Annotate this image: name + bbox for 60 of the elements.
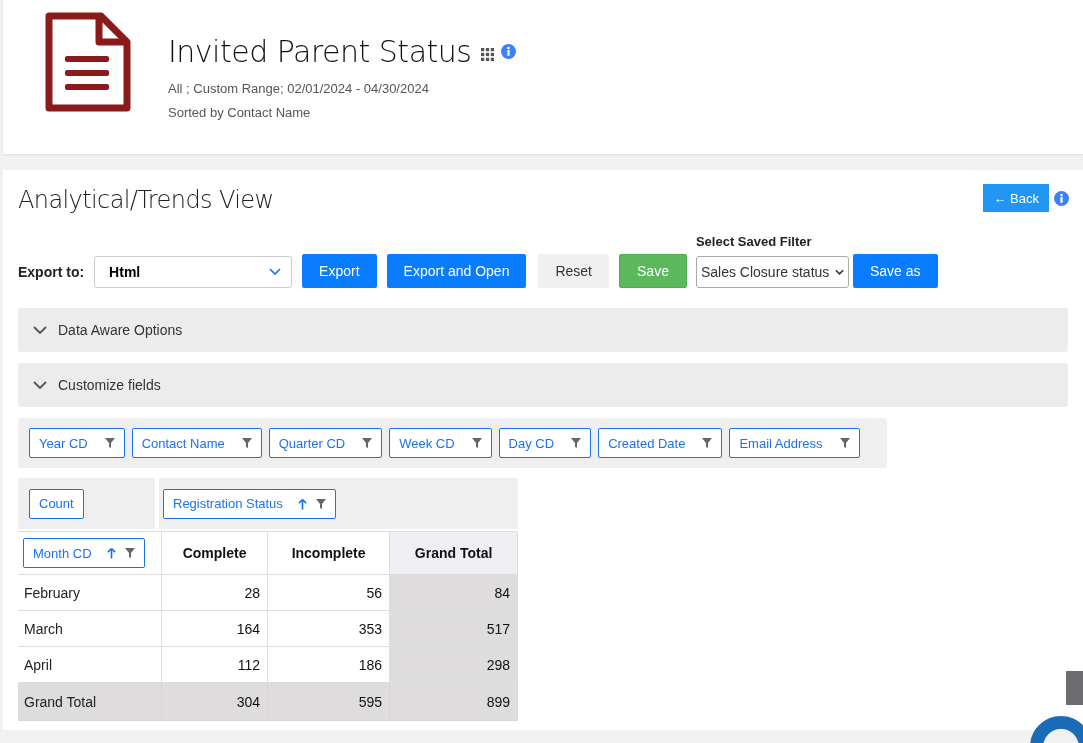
field-chip[interactable]: Day CD (498, 428, 592, 458)
filter-icon[interactable] (571, 438, 582, 448)
info-icon[interactable] (1054, 190, 1069, 206)
column-header: Incomplete (267, 531, 390, 575)
toolbar-button[interactable]: Save (619, 254, 687, 288)
grid-icon[interactable] (481, 48, 495, 61)
filter-icon[interactable] (241, 438, 252, 448)
table-cell: 298 (389, 646, 518, 683)
table-cell: 164 (161, 610, 268, 647)
collapsible-panel[interactable]: Customize fields (18, 363, 1068, 407)
field-chip[interactable]: Contact Name (131, 428, 262, 458)
toolbar-button[interactable]: Reset (538, 254, 609, 288)
table-cell: 899 (389, 682, 518, 721)
export-format-dropdown[interactable]: Html (94, 256, 293, 288)
table-cell: 28 (161, 574, 268, 611)
filter-icon[interactable] (702, 438, 713, 448)
info-icon[interactable] (501, 44, 517, 59)
field-chip[interactable]: Created Date (598, 428, 723, 458)
saved-filter-label: Select Saved Filter (695, 234, 813, 249)
table-cell: 56 (267, 574, 390, 611)
column-header: Complete (161, 531, 268, 575)
table-cell: 595 (267, 682, 390, 721)
sort-note: Sorted by Contact Name (168, 105, 312, 120)
field-chip[interactable]: Week CD (389, 428, 492, 458)
saved-filter-dropdown[interactable]: Sales Closure status (695, 256, 849, 288)
table-cell: 84 (389, 574, 518, 611)
table-cell: 112 (161, 646, 268, 683)
field-chip[interactable]: Month CD (23, 538, 145, 568)
table-cell: 186 (267, 646, 390, 683)
view-title: Analytical/Trends View (18, 186, 274, 214)
field-chip[interactable]: Year CD (29, 428, 125, 458)
table-cell: 353 (267, 610, 390, 647)
back-button[interactable]: ← Back (983, 184, 1049, 212)
report-title: Invited Parent Status (168, 34, 472, 69)
column-header: Grand Total (389, 531, 518, 575)
document-icon (43, 12, 133, 114)
toolbar-button[interactable]: Export and Open (386, 254, 527, 288)
chevron-down-icon (269, 268, 282, 276)
filter-icon[interactable] (124, 548, 135, 558)
field-chip[interactable]: Count (29, 488, 84, 519)
field-chip[interactable]: Registration Status (163, 488, 336, 519)
filter-icon[interactable] (839, 438, 850, 448)
field-chip[interactable]: Email Address (729, 428, 860, 458)
filter-icon[interactable] (104, 438, 115, 448)
row-label: Grand Total (18, 682, 162, 721)
field-chip[interactable]: Quarter CD (268, 428, 383, 458)
filter-icon[interactable] (471, 438, 482, 448)
export-label: Export to: (18, 264, 85, 280)
table-cell: 517 (389, 610, 518, 647)
toolbar-button[interactable]: Export (302, 254, 377, 288)
row-label: February (18, 574, 162, 611)
collapsible-panel[interactable]: Data Aware Options (18, 308, 1068, 352)
table-cell: 304 (161, 682, 268, 721)
chevron-down-icon (834, 268, 844, 276)
filter-icon[interactable] (362, 438, 373, 448)
row-label: March (18, 610, 162, 647)
save-as-button[interactable]: Save as (852, 254, 938, 288)
date-range-text: All ; Custom Range; 02/01/2024 - 04/30/2024 (168, 81, 430, 96)
row-label: April (18, 646, 162, 683)
filter-icon[interactable] (315, 498, 326, 509)
